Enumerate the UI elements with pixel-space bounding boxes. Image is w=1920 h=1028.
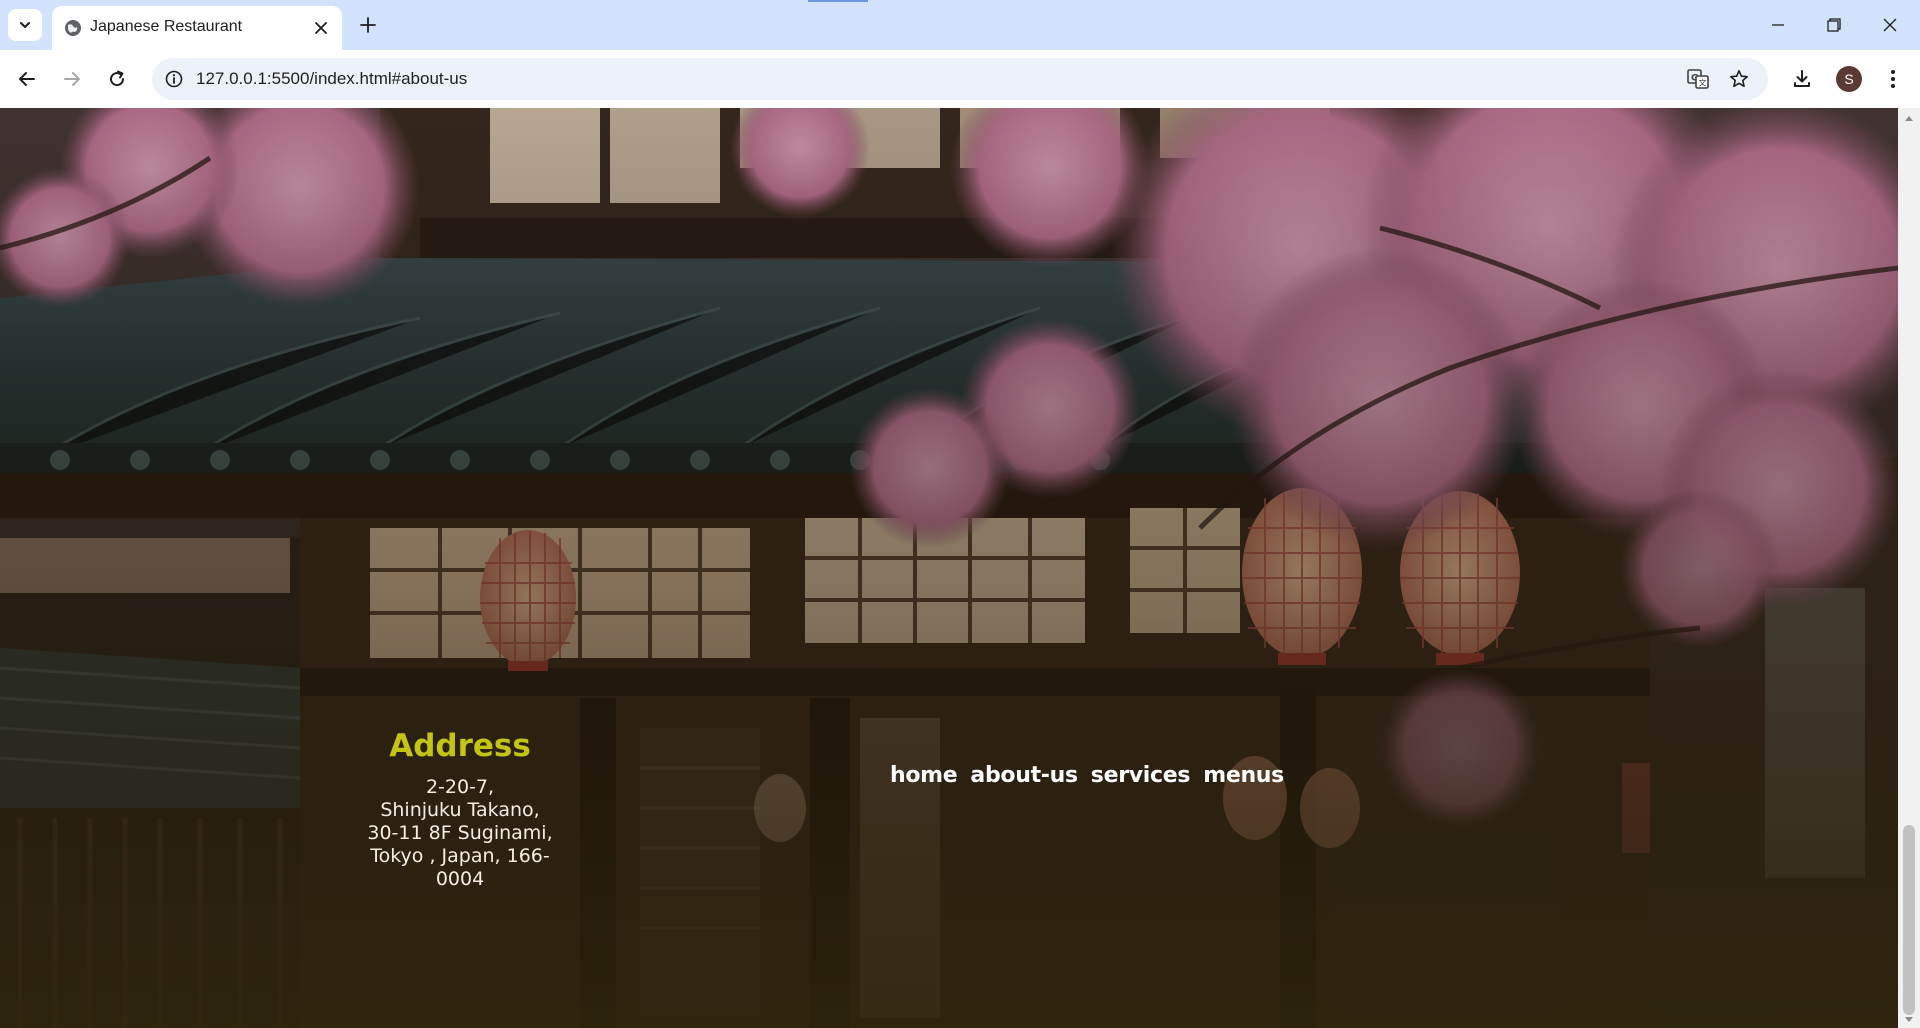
- footer-link-menus[interactable]: menus: [1203, 763, 1284, 788]
- reload-icon: [110, 70, 125, 87]
- translate-button[interactable]: G 文: [1686, 67, 1710, 91]
- profile-avatar[interactable]: S: [1836, 66, 1862, 92]
- new-tab-button[interactable]: [352, 9, 384, 41]
- svg-text:文: 文: [1699, 78, 1707, 88]
- globe-icon: [65, 20, 81, 36]
- minimize-icon: [1772, 24, 1784, 26]
- restore-icon: [1827, 18, 1841, 32]
- tab-title: Japanese Restaurant: [90, 18, 243, 35]
- address-line: 30-11 8F Suginami,: [367, 822, 553, 844]
- kebab-menu-icon: [1891, 70, 1895, 88]
- address-line: 0004: [435, 868, 485, 890]
- footer-link-home[interactable]: home: [890, 763, 958, 788]
- downloads-button[interactable]: [1785, 62, 1819, 96]
- tab-search-button[interactable]: [8, 9, 42, 41]
- back-button[interactable]: [10, 62, 44, 96]
- site-info-button[interactable]: [162, 67, 186, 91]
- footer-link-services[interactable]: services: [1091, 763, 1191, 788]
- triangle-down-icon: [1905, 1017, 1913, 1022]
- footer-nav: home about-us services menus: [890, 763, 1284, 788]
- url-text: 127.0.0.1:5500/index.html#about-us: [196, 69, 468, 88]
- address-line: 2-20-7,: [425, 776, 495, 798]
- arrow-right-icon: [64, 72, 80, 86]
- restaurant-background-image: [0, 108, 1898, 1028]
- browser-menu-button[interactable]: [1876, 62, 1910, 96]
- address-line: Shinjuku Takano,: [380, 799, 540, 821]
- close-window-button[interactable]: [1862, 0, 1918, 50]
- star-icon: [1730, 70, 1748, 88]
- scroll-down-arrow[interactable]: [1903, 1014, 1915, 1026]
- translate-icon: G 文: [1687, 69, 1709, 89]
- page-viewport: Address 2-20-7, Shinjuku Takano, 30-11 8…: [0, 108, 1898, 1028]
- forward-button[interactable]: [55, 62, 89, 96]
- chevron-down-icon: [20, 22, 30, 28]
- scroll-up-arrow[interactable]: [1903, 112, 1915, 124]
- page-scrollbar[interactable]: [1898, 108, 1920, 1028]
- info-icon: [165, 70, 183, 88]
- browser-tab-active[interactable]: Japanese Restaurant: [52, 6, 342, 50]
- tab-close-button[interactable]: [310, 17, 332, 39]
- address-bar[interactable]: 127.0.0.1:5500/index.html#about-us G 文: [152, 58, 1768, 100]
- browser-toolbar: 127.0.0.1:5500/index.html#about-us G 文 S: [0, 50, 1920, 108]
- address-line: Tokyo , Japan, 166-: [370, 845, 550, 867]
- triangle-up-icon: [1905, 116, 1913, 121]
- arrow-left-icon: [19, 72, 35, 86]
- tab-strip: Japanese Restaurant: [0, 0, 1920, 50]
- footer-link-about-us[interactable]: about-us: [970, 763, 1078, 788]
- reload-button[interactable]: [100, 62, 134, 96]
- scrollbar-thumb[interactable]: [1903, 825, 1915, 1015]
- tab-strip-accent: [808, 0, 868, 2]
- minimize-button[interactable]: [1750, 0, 1806, 50]
- restore-button[interactable]: [1806, 0, 1862, 50]
- address-heading: Address: [389, 728, 531, 764]
- plus-icon: [360, 17, 376, 33]
- close-icon: [1883, 18, 1897, 32]
- bookmark-button[interactable]: [1727, 67, 1751, 91]
- footer-address: Address 2-20-7, Shinjuku Takano, 30-11 8…: [340, 728, 580, 891]
- close-icon: [315, 22, 327, 34]
- download-icon: [1794, 70, 1810, 87]
